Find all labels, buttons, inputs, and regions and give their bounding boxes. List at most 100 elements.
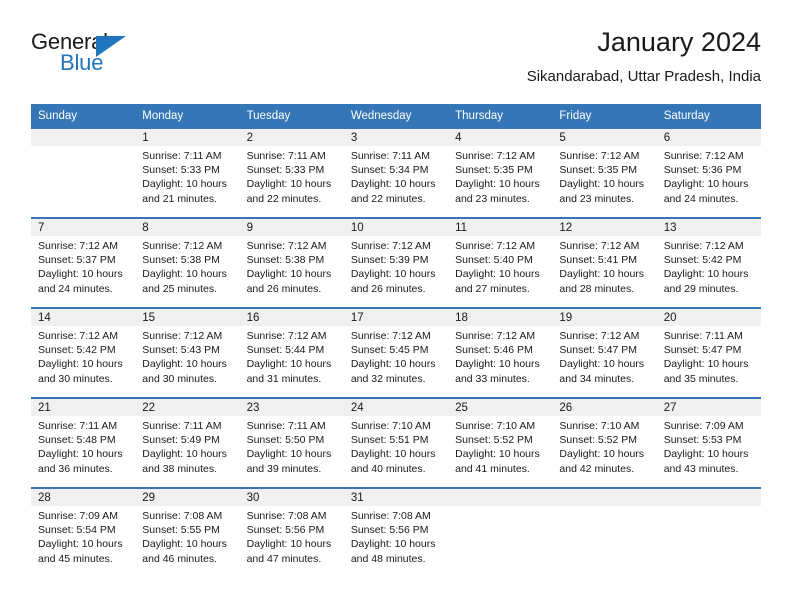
daylight-text-line1: Daylight: 10 hours: [350, 178, 436, 191]
calendar-day-cell[interactable]: 24 Sunrise: 7:10 AM Sunset: 5:51 PM Dayligh…: [343, 397, 449, 488]
daylight-text-line2: and 23 minutes.: [559, 192, 635, 205]
day-number: 2: [239, 129, 344, 146]
calendar-day-cell[interactable]: 21 Sunrise: 7:11 AM Sunset: 5:48 PM Dayligh…: [31, 397, 136, 488]
location-subtitle: Sikandarabad, Uttar Pradesh, India: [526, 68, 761, 85]
sunset-text: Sunset: 5:37 PM: [38, 254, 116, 267]
sunset-text: Sunset: 5:38 PM: [246, 254, 325, 267]
daylight-text-line2: and 30 minutes.: [142, 372, 217, 385]
calendar-day-cell[interactable]: 16 Sunrise: 7:12 AM Sunset: 5:44 PM Dayligh…: [239, 307, 344, 398]
calendar-week-row: 28 Sunrise: 7:09 AM Sunset: 5:54 PM Dayligh…: [31, 487, 761, 577]
daylight-text-line2: and 23 minutes.: [455, 192, 530, 205]
calendar-day-cell[interactable]: 26 Sunrise: 7:10 AM Sunset: 5:52 PM Dayligh…: [552, 397, 657, 488]
calendar-day-cell[interactable]: 14 Sunrise: 7:12 AM Sunset: 5:42 PM Dayligh…: [31, 307, 136, 398]
day-number: 25: [448, 399, 553, 416]
sunset-text: Sunset: 5:47 PM: [663, 344, 742, 357]
calendar-day-cell[interactable]: 29 Sunrise: 7:08 AM Sunset: 5:55 PM Dayligh…: [135, 487, 240, 577]
day-number: [448, 489, 553, 506]
calendar-day-cell[interactable]: 7 Sunrise: 7:12 AM Sunset: 5:37 PM Daylight…: [31, 217, 136, 308]
calendar-day-cell[interactable]: 20 Sunrise: 7:11 AM Sunset: 5:47 PM Dayligh…: [656, 307, 761, 398]
day-cell-inner: 24 Sunrise: 7:10 AM Sunset: 5:51 PM Dayligh…: [343, 399, 449, 487]
sunset-text: Sunset: 5:39 PM: [350, 254, 429, 267]
calendar-day-cell[interactable]: 6 Sunrise: 7:12 AM Sunset: 5:36 PM Daylight…: [656, 127, 761, 218]
day-cell-inner: 23 Sunrise: 7:11 AM Sunset: 5:50 PM Dayligh…: [239, 399, 344, 487]
calendar-day-cell[interactable]: 15 Sunrise: 7:12 AM Sunset: 5:43 PM Dayligh…: [135, 307, 240, 398]
sunrise-text: Sunrise: 7:12 AM: [559, 150, 640, 162]
day-cell-inner: 31 Sunrise: 7:08 AM Sunset: 5:56 PM Dayligh…: [343, 489, 449, 577]
day-cell-inner: [656, 489, 761, 577]
daylight-text-line2: and 40 minutes.: [350, 462, 426, 475]
calendar-day-cell[interactable]: 5 Sunrise: 7:12 AM Sunset: 5:35 PM Daylight…: [552, 127, 657, 218]
sunset-text: Sunset: 5:46 PM: [455, 344, 533, 357]
calendar-day-cell[interactable]: 10 Sunrise: 7:12 AM Sunset: 5:39 PM Dayligh…: [343, 217, 449, 308]
daylight-text-line2: and 48 minutes.: [350, 552, 426, 565]
calendar-body: 1 Sunrise: 7:11 AM Sunset: 5:33 PM Daylight…: [31, 127, 761, 577]
sunrise-text: Sunrise: 7:11 AM: [663, 330, 743, 342]
calendar-day-cell[interactable]: 2 Sunrise: 7:11 AM Sunset: 5:33 PM Daylight…: [239, 127, 344, 218]
page-title: January 2024: [597, 27, 761, 57]
calendar-day-cell[interactable]: 8 Sunrise: 7:12 AM Sunset: 5:38 PM Daylight…: [135, 217, 240, 308]
day-cell-inner: 26 Sunrise: 7:10 AM Sunset: 5:52 PM Dayligh…: [552, 399, 657, 487]
sunrise-text: Sunrise: 7:11 AM: [142, 150, 222, 162]
daylight-text-line1: Daylight: 10 hours: [559, 268, 645, 281]
day-cell-inner: 20 Sunrise: 7:11 AM Sunset: 5:47 PM Dayligh…: [656, 309, 761, 397]
sunset-text: Sunset: 5:54 PM: [38, 524, 116, 537]
calendar-day-cell[interactable]: 12 Sunrise: 7:12 AM Sunset: 5:41 PM Dayligh…: [552, 217, 657, 308]
calendar-day-cell[interactable]: 11 Sunrise: 7:12 AM Sunset: 5:40 PM Dayligh…: [448, 217, 553, 308]
daylight-text-line2: and 36 minutes.: [38, 462, 113, 475]
calendar-day-cell[interactable]: 17 Sunrise: 7:12 AM Sunset: 5:45 PM Dayligh…: [343, 307, 449, 398]
calendar-day-cell[interactable]: 19 Sunrise: 7:12 AM Sunset: 5:47 PM Dayligh…: [552, 307, 657, 398]
calendar-day-cell[interactable]: 18 Sunrise: 7:12 AM Sunset: 5:46 PM Dayligh…: [448, 307, 553, 398]
day-cell-inner: 21 Sunrise: 7:11 AM Sunset: 5:48 PM Dayligh…: [31, 399, 136, 487]
day-details: Sunrise: 7:12 AM Sunset: 5:42 PM Daylight:…: [657, 236, 761, 296]
brand-name-blue: Blue: [60, 50, 104, 75]
day-details: Sunrise: 7:11 AM Sunset: 5:48 PM Daylight:…: [31, 416, 135, 476]
daylight-text-line1: Daylight: 10 hours: [142, 268, 227, 281]
calendar-day-cell[interactable]: 4 Sunrise: 7:12 AM Sunset: 5:35 PM Daylight…: [448, 127, 553, 218]
day-details: Sunrise: 7:12 AM Sunset: 5:42 PM Daylight:…: [31, 326, 135, 386]
calendar-day-cell[interactable]: 27 Sunrise: 7:09 AM Sunset: 5:53 PM Dayligh…: [656, 397, 761, 488]
sunrise-text: Sunrise: 7:08 AM: [142, 510, 223, 522]
title-block: January 2024 Sikandarabad, Uttar Pradesh…: [527, 26, 761, 88]
calendar-day-cell[interactable]: 23 Sunrise: 7:11 AM Sunset: 5:50 PM Dayligh…: [239, 397, 344, 488]
sunset-text: Sunset: 5:45 PM: [350, 344, 429, 357]
calendar-day-cell[interactable]: 31 Sunrise: 7:08 AM Sunset: 5:56 PM Dayligh…: [343, 487, 449, 577]
calendar-day-cell[interactable]: 30 Sunrise: 7:08 AM Sunset: 5:56 PM Dayligh…: [239, 487, 344, 577]
daylight-text-line1: Daylight: 10 hours: [246, 268, 332, 281]
calendar-day-cell[interactable]: 25 Sunrise: 7:10 AM Sunset: 5:52 PM Dayligh…: [448, 397, 553, 488]
day-details: Sunrise: 7:12 AM Sunset: 5:38 PM Daylight:…: [240, 236, 344, 296]
brand-logo[interactable]: General Blue: [31, 30, 211, 86]
day-number: 16: [239, 309, 344, 326]
sunrise-text: Sunrise: 7:08 AM: [246, 510, 327, 522]
calendar-week-row: 14 Sunrise: 7:12 AM Sunset: 5:42 PM Dayligh…: [31, 307, 761, 398]
day-details: Sunrise: 7:12 AM Sunset: 5:39 PM Daylight:…: [344, 236, 448, 296]
day-number: 4: [448, 129, 553, 146]
day-number: 28: [31, 489, 136, 506]
day-number: 1: [135, 129, 240, 146]
daylight-text-line1: Daylight: 10 hours: [663, 178, 749, 191]
day-number: 23: [239, 399, 344, 416]
day-cell-inner: 4 Sunrise: 7:12 AM Sunset: 5:35 PM Daylight…: [448, 129, 553, 217]
day-details: Sunrise: 7:11 AM Sunset: 5:47 PM Daylight:…: [657, 326, 761, 386]
daylight-text-line1: Daylight: 10 hours: [455, 448, 540, 461]
calendar-day-cell[interactable]: 3 Sunrise: 7:11 AM Sunset: 5:34 PM Daylight…: [343, 127, 449, 218]
day-details: [657, 506, 761, 509]
day-number: 10: [343, 219, 449, 236]
calendar-day-cell[interactable]: 13 Sunrise: 7:12 AM Sunset: 5:42 PM Dayligh…: [656, 217, 761, 308]
calendar-header-row: Sunday Monday Tuesday Wednesday Thursday…: [31, 104, 761, 128]
weekday-header-tuesday: Tuesday: [239, 104, 344, 128]
daylight-text-line1: Daylight: 10 hours: [38, 538, 123, 551]
calendar-day-cell[interactable]: 1 Sunrise: 7:11 AM Sunset: 5:33 PM Daylight…: [135, 127, 240, 218]
day-cell-inner: 30 Sunrise: 7:08 AM Sunset: 5:56 PM Dayligh…: [239, 489, 344, 577]
day-details: Sunrise: 7:12 AM Sunset: 5:45 PM Daylight:…: [344, 326, 448, 386]
daylight-text-line2: and 26 minutes.: [246, 282, 322, 295]
calendar-day-cell[interactable]: 9 Sunrise: 7:12 AM Sunset: 5:38 PM Daylight…: [239, 217, 344, 308]
daylight-text-line2: and 31 minutes.: [246, 372, 322, 385]
calendar-day-cell[interactable]: 22 Sunrise: 7:11 AM Sunset: 5:49 PM Dayligh…: [135, 397, 240, 488]
day-cell-inner: 6 Sunrise: 7:12 AM Sunset: 5:36 PM Daylight…: [656, 129, 761, 217]
daylight-text-line1: Daylight: 10 hours: [559, 448, 645, 461]
daylight-text-line2: and 38 minutes.: [142, 462, 217, 475]
calendar-week-row: 21 Sunrise: 7:11 AM Sunset: 5:48 PM Dayligh…: [31, 397, 761, 488]
daylight-text-line2: and 22 minutes.: [246, 192, 322, 205]
calendar-day-cell[interactable]: 28 Sunrise: 7:09 AM Sunset: 5:54 PM Dayligh…: [31, 487, 136, 577]
calendar-day-cell: [448, 487, 553, 577]
